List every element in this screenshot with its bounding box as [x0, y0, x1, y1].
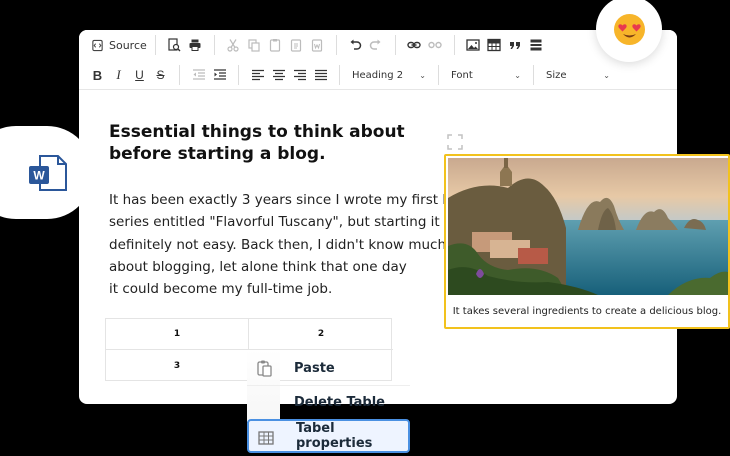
separator [179, 65, 180, 85]
paste-text-icon[interactable] [286, 35, 306, 55]
toolbar-row-1: Source [79, 30, 547, 60]
align-right-icon[interactable] [290, 65, 310, 85]
outdent-icon[interactable] [189, 65, 209, 85]
body-line: It has been exactly 3 years since I wrot… [109, 192, 472, 208]
menu-item-label: Delete Table [294, 395, 385, 410]
font-select-value: Font [451, 69, 473, 81]
coast-photo [448, 158, 728, 295]
menu-item-paste[interactable]: Paste [247, 351, 410, 385]
document-title: Essential things to think about before s… [109, 121, 409, 165]
heart-eyes-emoji-icon [614, 14, 645, 45]
source-button[interactable]: Source [91, 39, 147, 52]
size-select[interactable]: Size ⌄ [542, 65, 614, 85]
body-line: definitely not easy. Back then, I didn't… [109, 236, 446, 253]
separator [154, 35, 156, 55]
chevron-down-icon: ⌄ [419, 70, 426, 80]
redo-icon[interactable] [366, 35, 386, 55]
table-icon[interactable] [484, 35, 504, 55]
image-figure[interactable]: It takes several ingredients to create a… [444, 154, 730, 329]
separator [438, 65, 439, 85]
menu-item-delete-table[interactable]: Delete Table [247, 385, 410, 419]
bold-icon[interactable]: B [88, 65, 108, 85]
blockquote-icon[interactable] [505, 35, 525, 55]
separator [335, 35, 337, 55]
paste-icon[interactable] [265, 35, 285, 55]
menu-item-label: Paste [294, 360, 335, 376]
separator [238, 65, 239, 85]
source-label: Source [109, 38, 147, 52]
menu-item-table-properties[interactable]: Tabel properties [247, 419, 410, 453]
word-import-badge: W [0, 126, 93, 219]
link-icon[interactable] [404, 35, 424, 55]
image-icon[interactable] [463, 35, 483, 55]
undo-icon[interactable] [345, 35, 365, 55]
fullscreen-icon[interactable] [446, 133, 464, 151]
separator [339, 65, 340, 85]
chevron-down-icon: ⌄ [603, 70, 610, 80]
table-icon [258, 431, 274, 445]
heading-select[interactable]: Heading 2 ⌄ [348, 65, 430, 85]
align-justify-icon[interactable] [311, 65, 331, 85]
strikethrough-icon[interactable]: S [151, 65, 171, 85]
underline-icon[interactable]: U [130, 65, 150, 85]
toolbar-row-2: B I U S Heading 2 ⌄ Font ⌄ Size ⌄ [79, 60, 614, 90]
source-icon [92, 39, 103, 51]
title-line: before starting a blog. [109, 144, 326, 164]
table-cell[interactable]: 1 [106, 319, 249, 350]
table-cell[interactable]: 3 [106, 350, 249, 381]
stage: Source B I U S Heading 2 ⌄ Font ⌄ Size ⌄… [0, 0, 730, 456]
align-center-icon[interactable] [269, 65, 289, 85]
copy-icon[interactable] [244, 35, 264, 55]
size-select-value: Size [546, 69, 567, 81]
print-icon[interactable] [185, 35, 205, 55]
word-doc-icon: W [29, 155, 67, 191]
figure-caption[interactable]: It takes several ingredients to create a… [446, 296, 728, 327]
body-line: about blogging, let alone think that one… [109, 258, 407, 275]
align-left-icon[interactable] [248, 65, 268, 85]
cut-icon[interactable] [223, 35, 243, 55]
preview-icon[interactable] [164, 35, 184, 55]
italic-icon[interactable]: I [109, 65, 129, 85]
font-select[interactable]: Font ⌄ [447, 65, 525, 85]
paste-word-icon[interactable] [307, 35, 327, 55]
separator [394, 35, 396, 55]
horizontal-rule-icon[interactable] [526, 35, 546, 55]
indent-icon[interactable] [210, 65, 230, 85]
separator [533, 65, 534, 85]
body-line: series entitled "Flavorful Tuscany", but… [109, 214, 471, 231]
menu-item-label: Tabel properties [296, 421, 373, 451]
unlink-icon[interactable] [425, 35, 445, 55]
document-body: It has been exactly 3 years since I wrot… [109, 189, 472, 300]
editor-toolbar: Source B I U S Heading 2 ⌄ Font ⌄ Size ⌄ [79, 30, 677, 90]
svg-text:W: W [33, 169, 45, 183]
separator [453, 35, 455, 55]
body-line: it could become my full-time job. [109, 281, 333, 298]
heading-select-value: Heading 2 [352, 69, 404, 81]
table-context-menu: Paste Delete Table Tabel properties [247, 350, 410, 456]
table-cell[interactable]: 2 [249, 319, 393, 350]
chevron-down-icon: ⌄ [514, 70, 521, 80]
title-line: Essential things to think about [109, 122, 405, 142]
clipboard-icon [257, 360, 272, 377]
separator [213, 35, 215, 55]
